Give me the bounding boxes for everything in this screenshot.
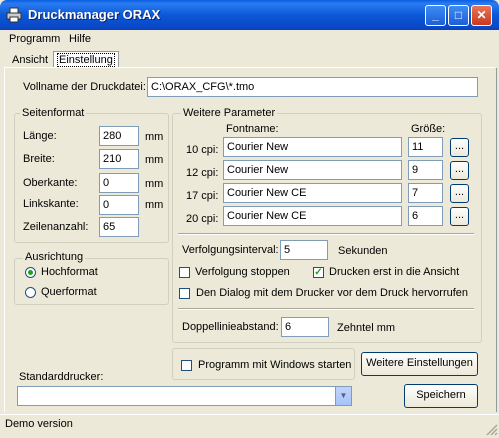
oberkante-unit: mm <box>145 178 164 190</box>
groesse-header: Größe: <box>411 123 446 135</box>
file-label: Vollname der Druckdatei: <box>23 81 146 93</box>
status-text: Demo version <box>5 418 73 430</box>
doppel-input[interactable]: 6 <box>281 317 329 337</box>
cpi17-size-input[interactable]: 7 <box>408 183 443 203</box>
standarddrucker-select[interactable]: ▼ <box>17 386 352 406</box>
cpi10-font-input[interactable]: Courier New <box>223 137 402 157</box>
laenge-unit: mm <box>145 131 164 143</box>
fontname-header: Fontname: <box>226 123 279 135</box>
breite-input[interactable]: 210 <box>99 149 139 169</box>
status-bar <box>0 414 499 438</box>
cpi20-label: 20 cpi: <box>186 213 219 225</box>
laenge-label: Länge: <box>23 130 57 142</box>
cpi17-font-browse-button[interactable]: ... <box>450 184 469 203</box>
chevron-down-icon[interactable]: ▼ <box>335 387 351 405</box>
weitere-title: Weitere Parameter <box>181 107 278 119</box>
breite-unit: mm <box>145 154 164 166</box>
linkskante-unit: mm <box>145 199 164 211</box>
tab-ansicht[interactable]: Ansicht <box>9 53 51 67</box>
menu-hilfe[interactable]: Hilfe <box>69 33 91 45</box>
cpi12-size-input[interactable]: 9 <box>408 160 443 180</box>
zeilenanzahl-label: Zeilenanzahl: <box>23 221 89 233</box>
verfolgung-stoppen-checkbox[interactable] <box>179 267 190 278</box>
tab-ansicht-label: Ansicht <box>12 54 49 66</box>
cpi17-label: 17 cpi: <box>186 190 219 202</box>
cpi12-font-input[interactable]: Courier New <box>223 160 402 180</box>
tab-einstellung[interactable]: Einstellung <box>53 51 119 68</box>
standarddrucker-label: Standarddrucker: <box>19 371 104 383</box>
resize-grip-icon[interactable] <box>486 424 498 436</box>
separator <box>178 233 474 235</box>
close-button[interactable]: ✕ <box>471 5 492 26</box>
maximize-button[interactable]: □ <box>448 5 469 26</box>
save-button[interactable]: Speichern <box>404 384 478 408</box>
cpi20-font-browse-button[interactable]: ... <box>450 207 469 226</box>
drucken-ansicht-checkbox[interactable]: ✓ <box>313 267 324 278</box>
separator <box>178 308 474 310</box>
cpi10-label: 10 cpi: <box>186 144 219 156</box>
drucken-ansicht-label[interactable]: Drucken erst in die Ansicht <box>329 266 459 278</box>
windows-start-label[interactable]: Programm mit Windows starten <box>198 359 351 371</box>
doppel-unit: Zehntel mm <box>337 322 396 334</box>
seitenformat-title: Seitenformat <box>20 107 87 119</box>
ausrichtung-title: Ausrichtung <box>23 251 86 263</box>
printer-icon <box>6 7 22 23</box>
windows-start-checkbox[interactable] <box>181 360 192 371</box>
zeilenanzahl-input[interactable]: 65 <box>99 217 139 237</box>
querformat-radio[interactable] <box>25 287 36 298</box>
doppel-label: Doppellinieabstand: <box>182 321 279 333</box>
cpi12-label: 12 cpi: <box>186 167 219 179</box>
verfolgung-stoppen-label[interactable]: Verfolgung stoppen <box>195 266 290 278</box>
cpi10-font-browse-button[interactable]: ... <box>450 138 469 157</box>
linkskante-label: Linkskante: <box>23 198 79 210</box>
cpi10-size-input[interactable]: 11 <box>408 137 443 157</box>
breite-label: Breite: <box>23 153 55 165</box>
cpi20-font-input[interactable]: Courier New CE <box>223 206 402 226</box>
interval-label: Verfolgungsinterval: <box>182 244 279 256</box>
cpi17-font-input[interactable]: Courier New CE <box>223 183 402 203</box>
dialog-label[interactable]: Den Dialog mit dem Drucker vor dem Druck… <box>196 287 468 299</box>
weitere-einstellungen-button[interactable]: Weitere Einstellungen <box>361 352 478 376</box>
oberkante-input[interactable]: 0 <box>99 173 139 193</box>
oberkante-label: Oberkante: <box>23 177 78 189</box>
laenge-input[interactable]: 280 <box>99 126 139 146</box>
interval-input[interactable]: 5 <box>280 240 328 260</box>
interval-unit: Sekunden <box>338 245 388 257</box>
hochformat-radio[interactable] <box>25 267 36 278</box>
file-path-input[interactable]: C:\ORAX_CFG\*.tmo <box>147 77 478 97</box>
window-title: Druckmanager ORAX <box>28 7 161 22</box>
linkskante-input[interactable]: 0 <box>99 195 139 215</box>
cpi20-size-input[interactable]: 6 <box>408 206 443 226</box>
tab-einstellung-label: Einstellung <box>57 53 115 67</box>
menu-programm[interactable]: Programm <box>9 33 60 45</box>
cpi12-font-browse-button[interactable]: ... <box>450 161 469 180</box>
hochformat-label[interactable]: Hochformat <box>41 266 98 278</box>
querformat-label[interactable]: Querformat <box>41 286 97 298</box>
dialog-checkbox[interactable] <box>179 288 190 299</box>
minimize-button[interactable]: _ <box>425 5 446 26</box>
